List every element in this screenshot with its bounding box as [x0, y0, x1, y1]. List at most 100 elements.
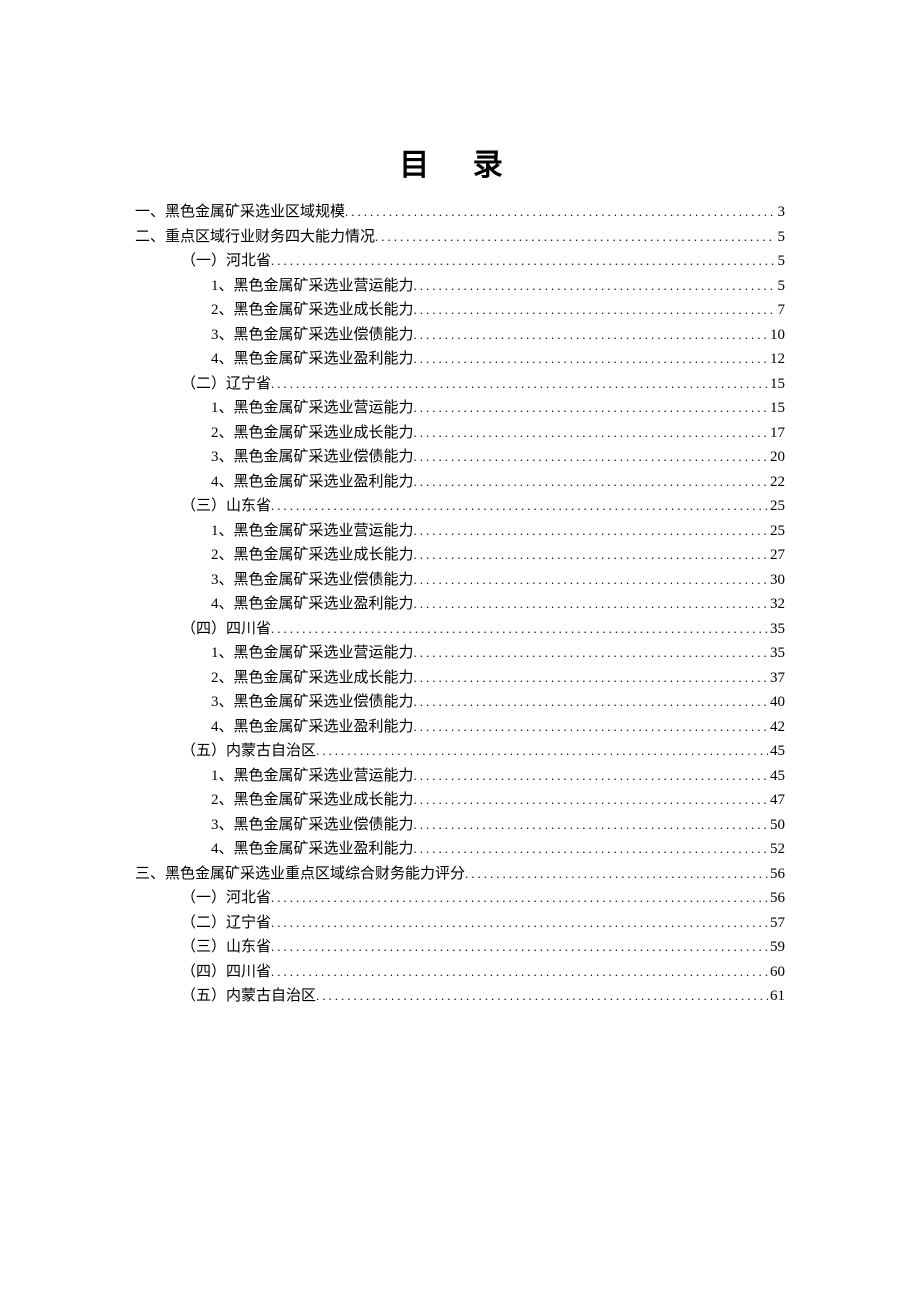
toc-leader-dots: [271, 935, 768, 960]
toc-entry-label: 三、黑色金属矿采选业重点区域综合财务能力评分: [135, 862, 465, 887]
toc-entry: 2、黑色金属矿采选业成长能力 27: [135, 543, 785, 568]
toc-entry-page: 5: [776, 249, 786, 274]
toc-entry-page: 37: [768, 666, 785, 691]
toc-leader-dots: [271, 886, 768, 911]
toc-entry-page: 42: [768, 715, 785, 740]
toc-leader-dots: [271, 372, 768, 397]
toc-entry-page: 60: [768, 960, 785, 985]
toc-leader-dots: [271, 911, 768, 936]
toc-entry-label: 4、黑色金属矿采选业盈利能力: [211, 592, 414, 617]
toc-entry: （五）内蒙古自治区45: [135, 739, 785, 764]
toc-entry-label: 2、黑色金属矿采选业成长能力: [211, 421, 414, 446]
toc-entry-label: 1、黑色金属矿采选业营运能力: [211, 641, 414, 666]
toc-entry-label: 1、黑色金属矿采选业营运能力: [211, 764, 414, 789]
toc-leader-dots: [345, 200, 775, 225]
toc-entry-label: （二）辽宁省: [181, 372, 271, 397]
toc-entry: 1、黑色金属矿采选业营运能力15: [135, 396, 785, 421]
toc-leader-dots: [414, 274, 776, 299]
toc-entry: （二）辽宁省57: [135, 911, 785, 936]
toc-leader-dots: [414, 592, 768, 617]
toc-entry-page: 20: [768, 445, 785, 470]
toc-entry-page: 56: [768, 886, 785, 911]
toc-entry: 2、黑色金属矿采选业成长能力7: [135, 298, 785, 323]
toc-entry-page: 5: [776, 274, 786, 299]
toc-entry-page: 40: [768, 690, 785, 715]
toc-entry-label: 一、黑色金属矿采选业区域规模: [135, 200, 345, 225]
toc-entry: （三）山东省59: [135, 935, 785, 960]
toc-entry-label: 2、黑色金属矿采选业成长能力: [211, 543, 414, 568]
toc-leader-dots: [414, 323, 768, 348]
toc-entry-page: 17: [768, 421, 785, 446]
toc-entry-label: 2、黑色金属矿采选业成长能力: [211, 666, 414, 691]
toc-entry-page: 35: [768, 641, 785, 666]
toc-entry: 4、黑色金属矿采选业盈利能力32: [135, 592, 785, 617]
toc-entry: 4、黑色金属矿采选业盈利能力42: [135, 715, 785, 740]
toc-leader-dots: [414, 690, 768, 715]
toc-entry-label: 4、黑色金属矿采选业盈利能力: [211, 347, 414, 372]
toc-entry: 4、黑色金属矿采选业盈利能力 12: [135, 347, 785, 372]
toc-entry: 4、黑色金属矿采选业盈利能力 22: [135, 470, 785, 495]
toc-leader-dots: [414, 470, 768, 495]
toc-entry-label: 3、黑色金属矿采选业偿债能力: [211, 813, 414, 838]
toc-leader-dots: [414, 641, 768, 666]
toc-entry-page: 25: [768, 519, 785, 544]
toc-entry: 二、重点区域行业财务四大能力情况5: [135, 225, 785, 250]
toc-entry: 1、黑色金属矿采选业营运能力 5: [135, 274, 785, 299]
toc-entry: （一）河北省 56: [135, 886, 785, 911]
toc-entry: 3、黑色金属矿采选业偿债能力 20: [135, 445, 785, 470]
toc-entry-label: （一）河北省: [181, 886, 271, 911]
toc-entry: 3、黑色金属矿采选业偿债能力 50: [135, 813, 785, 838]
toc-leader-dots: [414, 347, 768, 372]
toc-leader-dots: [414, 543, 768, 568]
toc-entry-label: 3、黑色金属矿采选业偿债能力: [211, 568, 414, 593]
toc-entry: （四）四川省 60: [135, 960, 785, 985]
toc-entry-page: 35: [768, 617, 785, 642]
toc-entry: 三、黑色金属矿采选业重点区域综合财务能力评分56: [135, 862, 785, 887]
toc-entry-page: 10: [768, 323, 785, 348]
toc-entry: （四）四川省 35: [135, 617, 785, 642]
toc-entry: 1、黑色金属矿采选业营运能力 45: [135, 764, 785, 789]
toc-entry-label: （三）山东省: [181, 494, 271, 519]
toc-entry-label: （四）四川省: [181, 617, 271, 642]
toc-entry: （二）辽宁省 15: [135, 372, 785, 397]
toc-leader-dots: [316, 984, 768, 1009]
table-of-contents: 一、黑色金属矿采选业区域规模3二、重点区域行业财务四大能力情况5（一）河北省51…: [135, 200, 785, 1009]
toc-entry: 一、黑色金属矿采选业区域规模3: [135, 200, 785, 225]
toc-entry: 2、黑色金属矿采选业成长能力47: [135, 788, 785, 813]
toc-leader-dots: [414, 666, 768, 691]
toc-leader-dots: [414, 788, 768, 813]
toc-entry-page: 25: [768, 494, 785, 519]
toc-entry-page: 30: [768, 568, 785, 593]
toc-entry-label: （一）河北省: [181, 249, 271, 274]
toc-entry-page: 61: [768, 984, 785, 1009]
toc-entry-page: 59: [768, 935, 785, 960]
toc-entry: （三）山东省 25: [135, 494, 785, 519]
toc-leader-dots: [414, 421, 768, 446]
toc-entry-label: （二）辽宁省: [181, 911, 271, 936]
toc-entry-page: 50: [768, 813, 785, 838]
toc-entry-page: 27: [768, 543, 785, 568]
toc-leader-dots: [316, 739, 768, 764]
toc-entry-label: （四）四川省: [181, 960, 271, 985]
toc-leader-dots: [271, 249, 775, 274]
toc-entry-label: 4、黑色金属矿采选业盈利能力: [211, 470, 414, 495]
toc-entry: 1、黑色金属矿采选业营运能力 25: [135, 519, 785, 544]
toc-entry-label: 2、黑色金属矿采选业成长能力: [211, 298, 414, 323]
toc-entry-label: 4、黑色金属矿采选业盈利能力: [211, 837, 414, 862]
toc-leader-dots: [414, 837, 768, 862]
toc-entry-label: 1、黑色金属矿采选业营运能力: [211, 274, 414, 299]
toc-entry: 2、黑色金属矿采选业成长能力 17: [135, 421, 785, 446]
toc-leader-dots: [375, 225, 775, 250]
toc-entry-page: 15: [768, 372, 785, 397]
toc-entry-page: 47: [768, 788, 785, 813]
toc-entry-page: 45: [768, 764, 785, 789]
toc-entry-label: 1、黑色金属矿采选业营运能力: [211, 519, 414, 544]
toc-entry-page: 22: [768, 470, 785, 495]
page-title: 目 录: [135, 140, 785, 184]
toc-leader-dots: [414, 445, 768, 470]
toc-entry: 1、黑色金属矿采选业营运能力 35: [135, 641, 785, 666]
toc-entry-label: 3、黑色金属矿采选业偿债能力: [211, 445, 414, 470]
toc-entry-page: 12: [768, 347, 785, 372]
toc-entry-label: 3、黑色金属矿采选业偿债能力: [211, 323, 414, 348]
toc-leader-dots: [414, 568, 768, 593]
